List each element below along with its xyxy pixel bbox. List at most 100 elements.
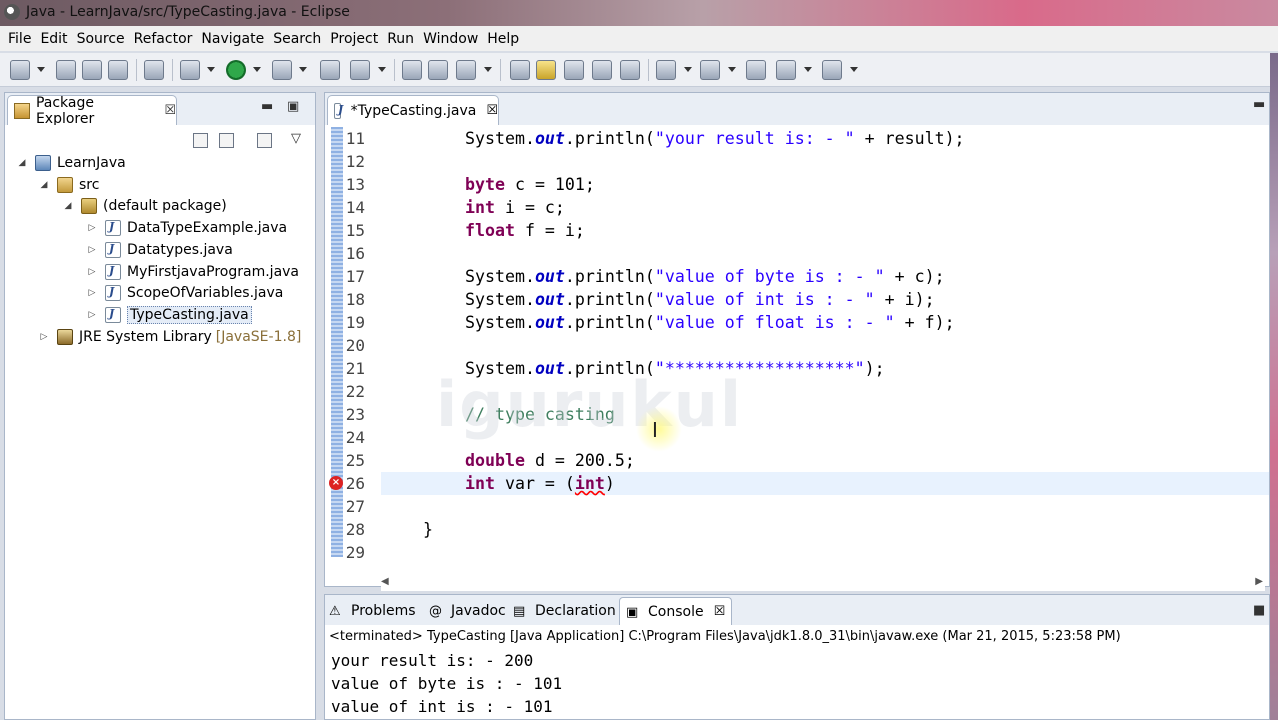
- collapsed-icon[interactable]: ▷: [87, 267, 97, 277]
- code-line[interactable]: 13 byte c = 101;: [325, 173, 1269, 196]
- tab-package-explorer[interactable]: Package Explorer ☒: [7, 95, 177, 127]
- tree-item[interactable]: ◢ src: [39, 175, 99, 195]
- close-icon[interactable]: ☒: [486, 103, 498, 118]
- code-line[interactable]: 28}: [325, 518, 1269, 541]
- close-icon[interactable]: ☒: [714, 604, 726, 619]
- scroll-right-icon[interactable]: ▶: [1255, 576, 1263, 587]
- search-icon[interactable]: [456, 60, 476, 80]
- last-edit-location-icon[interactable]: [746, 60, 766, 80]
- menu-help[interactable]: Help: [487, 31, 519, 47]
- tree-item[interactable]: ◢ LearnJava: [17, 153, 126, 173]
- error-icon[interactable]: ×: [329, 476, 343, 490]
- toggle-breakpoint-icon[interactable]: [144, 60, 164, 80]
- code-line[interactable]: 23 // type casting: [325, 403, 1269, 426]
- collapsed-icon[interactable]: ▷: [87, 310, 97, 320]
- external-tools-dropdown-icon[interactable]: [299, 67, 307, 72]
- code-line[interactable]: 22: [325, 380, 1269, 403]
- view-menu-icon[interactable]: ▽: [291, 131, 301, 146]
- open-task-icon[interactable]: [428, 60, 448, 80]
- block-selection-icon[interactable]: [564, 60, 584, 80]
- code-line[interactable]: 16: [325, 242, 1269, 265]
- tree-item[interactable]: ▷ ScopeOfVariables.java: [87, 283, 283, 303]
- tab-typecasting-java[interactable]: *TypeCasting.java ☒: [327, 95, 499, 125]
- tab-javadoc[interactable]: @ Javadoc: [429, 599, 506, 623]
- save-icon[interactable]: [56, 60, 76, 80]
- tab-problems[interactable]: ⚠ Problems: [329, 599, 416, 623]
- collapsed-icon[interactable]: ▷: [87, 288, 97, 298]
- back-dropdown-icon[interactable]: [804, 67, 812, 72]
- code-line[interactable]: 27: [325, 495, 1269, 518]
- open-type-icon[interactable]: [402, 60, 422, 80]
- code-line[interactable]: 21 System.out.println("******************…: [325, 357, 1269, 380]
- new-class-dropdown-icon[interactable]: [378, 67, 386, 72]
- forward-icon[interactable]: [822, 60, 842, 80]
- expanded-icon[interactable]: ◢: [17, 158, 27, 168]
- previous-annotation-dropdown-icon[interactable]: [728, 67, 736, 72]
- show-whitespace-icon[interactable]: [592, 60, 612, 80]
- tab-declaration[interactable]: ▤ Declaration: [513, 599, 616, 623]
- tree-item[interactable]: ▷ TypeCasting.java: [87, 305, 252, 325]
- expanded-icon[interactable]: ◢: [39, 180, 49, 190]
- search-dropdown-icon[interactable]: [484, 67, 492, 72]
- mark-occurrences-icon[interactable]: [536, 60, 556, 80]
- code-line[interactable]: 11 System.out.println("your result is: - …: [325, 127, 1269, 150]
- terminate-icon[interactable]: ■: [1253, 603, 1265, 618]
- minimize-icon[interactable]: ▬: [261, 99, 273, 114]
- horizontal-scrollbar[interactable]: ◀ ▶: [381, 575, 1265, 591]
- code-line[interactable]: 19 System.out.println("value of float is …: [325, 311, 1269, 334]
- tree-item[interactable]: ▷ JRE System Library [JavaSE-1.8]: [39, 327, 301, 347]
- expanded-icon[interactable]: ◢: [63, 201, 73, 211]
- tree-item[interactable]: ◢ (default package): [63, 196, 227, 216]
- code-line[interactable]: 29: [325, 541, 1269, 564]
- menu-project[interactable]: Project: [330, 31, 378, 47]
- code-line[interactable]: 12: [325, 150, 1269, 173]
- new-icon[interactable]: [10, 60, 30, 80]
- code-editor[interactable]: 11 System.out.println("your result is: - …: [325, 127, 1269, 591]
- new-java-project-icon[interactable]: [320, 60, 340, 80]
- code-line[interactable]: 25 double d = 200.5;: [325, 449, 1269, 472]
- focus-icon[interactable]: [257, 133, 272, 148]
- tree-item[interactable]: ▷ DataTypeExample.java: [87, 218, 287, 238]
- collapsed-icon[interactable]: ▷: [87, 245, 97, 255]
- code-line[interactable]: 26 int var = (int) ×: [329, 472, 1269, 495]
- tree-item[interactable]: ▷ Datatypes.java: [87, 240, 233, 260]
- menu-search[interactable]: Search: [273, 31, 321, 47]
- toggle-ant-icon[interactable]: [510, 60, 530, 80]
- run-dropdown-icon[interactable]: [253, 67, 261, 72]
- scroll-left-icon[interactable]: ◀: [381, 576, 389, 587]
- code-line[interactable]: 14 int i = c;: [325, 196, 1269, 219]
- previous-annotation-icon[interactable]: [700, 60, 720, 80]
- code-line[interactable]: 18 System.out.println("value of int is : …: [325, 288, 1269, 311]
- menu-window[interactable]: Window: [423, 31, 478, 47]
- close-icon[interactable]: ☒: [164, 103, 176, 118]
- run-icon[interactable]: [226, 60, 246, 80]
- debug-icon[interactable]: [180, 60, 200, 80]
- tab-console[interactable]: ▣ Console ☒: [619, 597, 733, 625]
- print-icon[interactable]: [108, 60, 128, 80]
- code-line[interactable]: 24: [325, 426, 1269, 449]
- save-all-icon[interactable]: [82, 60, 102, 80]
- minimize-icon[interactable]: ▬: [1253, 97, 1265, 112]
- menu-file[interactable]: File: [8, 31, 31, 47]
- collapsed-icon[interactable]: ▷: [39, 332, 49, 342]
- word-wrap-icon[interactable]: [620, 60, 640, 80]
- debug-dropdown-icon[interactable]: [207, 67, 215, 72]
- menu-run[interactable]: Run: [387, 31, 414, 47]
- tree-item[interactable]: ▷ MyFirstjavaProgram.java: [87, 262, 299, 282]
- link-with-editor-icon[interactable]: [219, 133, 234, 148]
- menu-source[interactable]: Source: [77, 31, 125, 47]
- new-dropdown-icon[interactable]: [37, 67, 45, 72]
- forward-dropdown-icon[interactable]: [850, 67, 858, 72]
- maximize-icon[interactable]: ▣: [287, 99, 299, 114]
- back-icon[interactable]: [776, 60, 796, 80]
- collapsed-icon[interactable]: ▷: [87, 223, 97, 233]
- menu-navigate[interactable]: Navigate: [201, 31, 264, 47]
- menu-edit[interactable]: Edit: [40, 31, 67, 47]
- new-java-package-icon[interactable]: [350, 60, 370, 80]
- menu-refactor[interactable]: Refactor: [134, 31, 193, 47]
- code-line[interactable]: 17 System.out.println("value of byte is :…: [325, 265, 1269, 288]
- collapse-all-icon[interactable]: [193, 133, 208, 148]
- code-line[interactable]: 15 float f = i;: [325, 219, 1269, 242]
- code-line[interactable]: 20: [325, 334, 1269, 357]
- external-tools-icon[interactable]: [272, 60, 292, 80]
